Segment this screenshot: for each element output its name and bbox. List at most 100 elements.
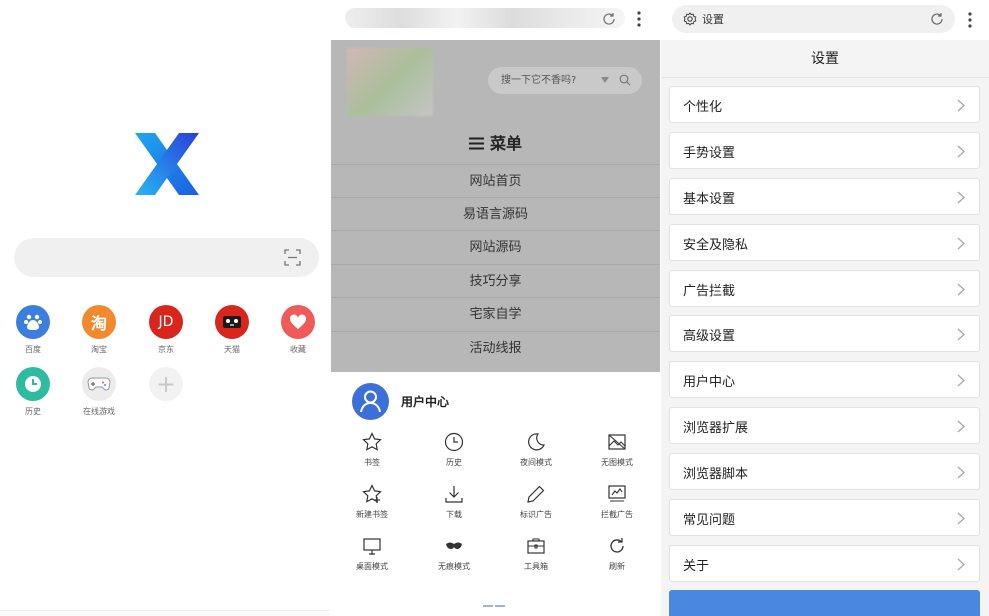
settings-item-adblock[interactable]: 广告拦截 [669, 270, 980, 307]
settings-item-security[interactable]: 安全及隐私 [669, 224, 980, 261]
site-search-input[interactable]: 搜一下它不香吗? [488, 67, 642, 94]
settings-item-label: 用户中心 [683, 375, 736, 390]
shortcut-taobao[interactable]: 淘 淘宝 [72, 305, 126, 355]
mask-icon [446, 542, 462, 549]
shortcut-online-games[interactable]: 在线游戏 [72, 367, 126, 417]
gamepad-icon [82, 367, 116, 401]
tool-label: 工具箱 [524, 562, 548, 571]
shortcut-tmall[interactable]: 天猫 [205, 305, 259, 355]
address-text: 设置 [702, 13, 724, 26]
chevron-right-icon [957, 145, 965, 158]
address-field[interactable]: 设置 [672, 5, 955, 33]
refresh-icon [610, 538, 624, 553]
menu-item[interactable]: 易语言源码 [331, 197, 660, 230]
clock-icon [444, 432, 464, 452]
tool-new-bookmark[interactable]: 新建书签 [342, 484, 402, 520]
plus-icon: + [149, 367, 183, 401]
settings-item-label: 高级设置 [683, 329, 736, 344]
shortcut-baidu[interactable]: 百度 [6, 305, 60, 355]
download-icon [445, 486, 463, 503]
tool-incognito[interactable]: 无痕模式 [424, 536, 484, 572]
home-search-bar[interactable] [14, 238, 319, 277]
blurred-site-logo [347, 48, 433, 116]
star-icon [362, 432, 382, 451]
tool-history[interactable]: 历史 [424, 432, 484, 468]
settings-item-label: 常见问题 [683, 513, 736, 528]
search-icon[interactable] [619, 74, 631, 86]
settings-panel: 设置 设置 个性化 手势设置 基本设置 安全及隐私 广告拦截 高级设置 用户中心… [661, 0, 989, 616]
more-menu-icon[interactable] [966, 10, 974, 30]
tool-block-ads[interactable]: 拦截广告 [587, 484, 647, 520]
tool-bookmarks[interactable]: 书签 [342, 432, 402, 468]
menu-item[interactable]: 活动线报 [331, 331, 660, 364]
tool-no-image[interactable]: 无图模式 [587, 432, 647, 468]
tool-mark-ads[interactable]: 标识广告 [506, 484, 566, 520]
bottom-sheet: 用户中心 书签 历史 夜间模式 无图模式 新建书签 下载 标识广告 拦截广告 桌… [331, 372, 660, 616]
shortcut-add[interactable]: + [139, 367, 193, 401]
url-bar: 设置 [661, 0, 989, 40]
shortcut-jd[interactable]: JD 京东 [139, 305, 193, 355]
settings-item-user-center[interactable]: 用户中心 [669, 361, 980, 398]
more-menu-icon[interactable] [635, 9, 643, 29]
chevron-right-icon [957, 466, 965, 479]
site-search-placeholder: 搜一下它不香吗? [501, 75, 577, 86]
settings-item-scripts[interactable]: 浏览器脚本 [669, 453, 980, 490]
shortcut-label: 淘宝 [91, 345, 107, 354]
tool-toolbox[interactable]: 工具箱 [506, 536, 566, 572]
reload-icon[interactable] [930, 12, 944, 26]
tool-desktop-mode[interactable]: 桌面模式 [342, 536, 402, 572]
avatar[interactable] [352, 383, 389, 420]
settings-item-faq[interactable]: 常见问题 [669, 499, 980, 536]
menu-title-label: 菜单 [489, 134, 522, 153]
menu-item[interactable]: 网站首页 [331, 164, 660, 197]
chevron-right-icon [957, 512, 965, 525]
scan-icon[interactable] [284, 249, 301, 266]
settings-item-basic[interactable]: 基本设置 [669, 178, 980, 215]
tool-label: 拦截广告 [601, 510, 633, 519]
shortcut-label: 历史 [25, 407, 41, 416]
tool-label: 无痕模式 [438, 562, 470, 571]
shortcut-label: 天猫 [224, 345, 240, 354]
no-image-icon [608, 434, 626, 450]
user-icon [360, 390, 381, 413]
url-bar[interactable] [331, 0, 660, 40]
tool-download[interactable]: 下载 [424, 484, 484, 520]
menu-item[interactable]: 技巧分享 [331, 264, 660, 297]
settings-item-personalize[interactable]: 个性化 [669, 86, 980, 123]
x-logo-icon [135, 133, 199, 195]
gear-icon [683, 12, 697, 26]
tool-label: 夜间模式 [520, 458, 552, 467]
tool-label: 下载 [446, 510, 462, 519]
page-title: 设置 [661, 40, 989, 78]
tool-label: 新建书签 [356, 510, 388, 519]
chevron-right-icon [957, 328, 965, 341]
user-center-label[interactable]: 用户中心 [401, 393, 449, 410]
clock-icon [16, 367, 50, 401]
chevron-right-icon [957, 99, 965, 112]
star-plus-icon [362, 484, 382, 503]
bottom-toolbar [0, 610, 330, 616]
chevron-right-icon [957, 283, 965, 296]
tool-night-mode[interactable]: 夜间模式 [506, 432, 566, 468]
chevron-right-icon [957, 374, 965, 387]
settings-item-gestures[interactable]: 手势设置 [669, 132, 980, 169]
shortcut-favorites[interactable]: 收藏 [271, 305, 325, 355]
tmall-icon [215, 305, 249, 339]
chevron-right-icon [957, 420, 965, 433]
menu-item[interactable]: 宅家自学 [331, 297, 660, 330]
menu-item[interactable]: 网站源码 [331, 230, 660, 263]
shortcut-history[interactable]: 历史 [6, 367, 60, 417]
settings-item-label: 安全及隐私 [683, 238, 749, 253]
hamburger-icon [468, 137, 484, 150]
tool-label: 历史 [446, 458, 462, 467]
settings-item-extensions[interactable]: 浏览器扩展 [669, 407, 980, 444]
tool-refresh[interactable]: 刷新 [587, 536, 647, 572]
settings-item-about[interactable]: 关于 [669, 545, 980, 582]
chevron-down-icon [601, 77, 609, 83]
tool-label: 刷新 [609, 562, 625, 571]
baidu-icon [16, 305, 50, 339]
bottom-action-button[interactable] [669, 590, 980, 616]
reload-icon[interactable] [601, 11, 617, 27]
shortcut-label: 在线游戏 [83, 407, 115, 416]
settings-item-advanced[interactable]: 高级设置 [669, 315, 980, 352]
